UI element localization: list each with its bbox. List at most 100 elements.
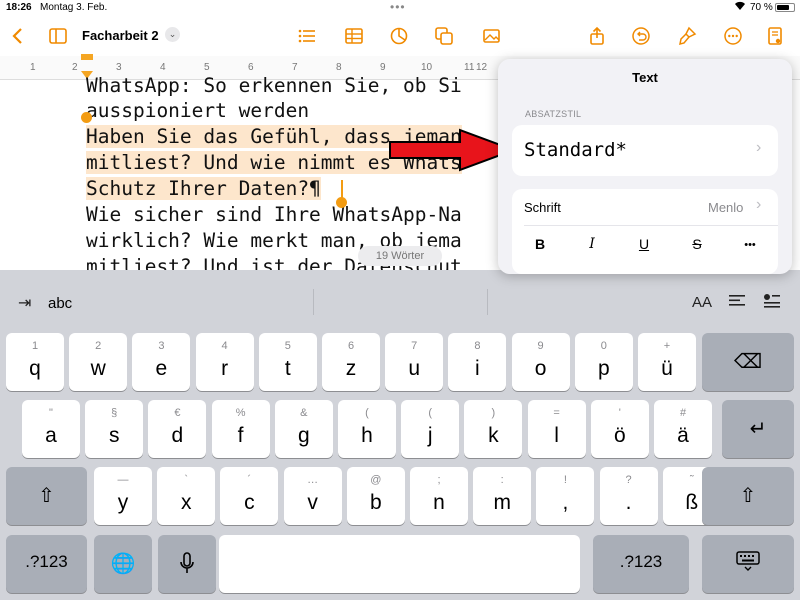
font-value[interactable]: Menlo xyxy=(708,200,743,215)
key-comma[interactable]: !, xyxy=(536,467,595,525)
key-s[interactable]: § s xyxy=(85,400,144,458)
back-chevron-icon[interactable] xyxy=(4,22,32,50)
text-size-button[interactable]: AA xyxy=(692,294,712,311)
font-label[interactable]: Schrift xyxy=(524,200,561,215)
space-key[interactable] xyxy=(219,535,580,593)
font-settings-card: Schrift Menlo › B I U S ••• xyxy=(512,189,778,274)
key-j[interactable]: (j xyxy=(401,400,460,458)
key-label: l xyxy=(554,424,559,447)
key-label: u xyxy=(408,357,421,380)
key-label: t xyxy=(284,357,291,380)
key-secondary-label: 4 xyxy=(221,340,228,352)
ruler-number: 4 xyxy=(160,62,166,73)
italic-button[interactable]: I xyxy=(582,236,602,252)
paragraph-style-row[interactable]: Standard* › xyxy=(512,125,778,176)
popover-title: Text xyxy=(632,70,658,85)
key-ü[interactable]: + ü xyxy=(638,333,696,391)
key-label: o xyxy=(534,357,547,380)
key-k[interactable]: ) k xyxy=(464,400,523,458)
title-menu-chevron-icon[interactable]: ⌄ xyxy=(165,27,180,42)
key-m[interactable]: :m xyxy=(473,467,532,525)
key-x[interactable]: ` x xyxy=(157,467,216,525)
ruler-number: 2 xyxy=(72,62,78,73)
ruler-indent-marker[interactable] xyxy=(81,54,93,60)
dictation-key[interactable] xyxy=(158,535,216,593)
battery-percent: 70 % xyxy=(750,2,773,13)
hide-keyboard-key[interactable] xyxy=(702,535,794,593)
key-q[interactable]: 1q xyxy=(6,333,64,391)
selection-start-handle[interactable] xyxy=(81,112,92,123)
tab-key-icon[interactable]: ⇥ xyxy=(18,293,31,313)
key-r[interactable]: 4r xyxy=(195,333,254,391)
key-e[interactable]: 3e xyxy=(132,333,191,391)
return-key[interactable]: ↵ xyxy=(722,400,794,458)
key-label: ä xyxy=(677,424,689,447)
key-t[interactable]: 5t xyxy=(258,333,317,391)
key-secondary-label: § xyxy=(111,407,118,419)
key-period[interactable]: ?. xyxy=(599,467,658,525)
key-g[interactable]: & g xyxy=(274,400,333,458)
more-format-options-button[interactable]: ••• xyxy=(740,239,760,251)
sidebar-toggle-icon[interactable] xyxy=(44,22,72,50)
key-p[interactable]: 0p xyxy=(574,333,633,391)
key-label: g xyxy=(297,424,310,447)
document-title[interactable]: Facharbeit 2 xyxy=(82,28,159,43)
key-d[interactable]: € d xyxy=(148,400,207,458)
key-secondary-label: = xyxy=(553,407,560,419)
key-label: .?123 xyxy=(619,552,663,571)
share-icon[interactable] xyxy=(583,22,611,50)
key-i[interactable]: 8i xyxy=(448,333,507,391)
text-line: ausspioniert werden xyxy=(86,99,310,122)
key-label: p xyxy=(597,357,610,380)
key-b[interactable]: @ b xyxy=(346,467,405,525)
ruler-number: 12 xyxy=(476,62,488,73)
key-f[interactable]: % f xyxy=(211,400,270,458)
key-secondary-label: 2 xyxy=(95,340,102,352)
list-icon[interactable] xyxy=(293,22,321,50)
key-c[interactable]: ´ c xyxy=(220,467,279,525)
more-options-icon[interactable] xyxy=(719,22,747,50)
key-label: m xyxy=(493,491,511,514)
numbers-key-left[interactable]: .?123 xyxy=(6,535,87,593)
key-label: w xyxy=(90,357,106,380)
key-secondary-label: ; xyxy=(437,474,441,486)
multitasking-dots-icon[interactable]: ••• xyxy=(390,0,406,14)
key-a[interactable]: " a xyxy=(22,400,80,458)
divider xyxy=(313,289,314,315)
key-secondary-label: 6 xyxy=(347,340,355,352)
key-ö[interactable]: ' ö xyxy=(590,400,649,458)
paragraph-align-icon[interactable] xyxy=(727,292,747,315)
key-h[interactable]: (h xyxy=(338,400,396,458)
backspace-key[interactable]: ⌫ xyxy=(702,333,794,391)
table-icon[interactable] xyxy=(340,22,368,50)
strikethrough-button[interactable]: S xyxy=(687,236,707,252)
key-o[interactable]: 9o xyxy=(511,333,570,391)
paragraph-style-section-label: ABSATZSTIL xyxy=(525,109,582,119)
key-v[interactable]: … v xyxy=(283,467,342,525)
media-icon[interactable] xyxy=(478,22,506,50)
word-count-badge[interactable]: 19 Wörter xyxy=(358,246,442,266)
key-z[interactable]: 6z xyxy=(322,333,380,391)
key-l[interactable]: = l xyxy=(527,400,586,458)
shift-key-left[interactable]: ⇧ xyxy=(6,467,87,525)
key-label: f xyxy=(237,424,244,447)
key-n[interactable]: ; n xyxy=(410,467,468,525)
shift-key-right[interactable]: ⇧ xyxy=(702,467,794,525)
key-ä[interactable]: # ä xyxy=(654,400,712,458)
undo-icon[interactable] xyxy=(627,22,655,50)
key-label: h xyxy=(361,424,373,447)
format-paintbrush-icon[interactable] xyxy=(673,22,701,50)
key-y[interactable]: — y xyxy=(94,467,152,525)
chart-icon[interactable] xyxy=(385,22,413,50)
key-secondary-label: 0 xyxy=(600,340,607,352)
key-w[interactable]: 2w xyxy=(69,333,128,391)
reading-view-icon[interactable] xyxy=(761,22,789,50)
numbers-key-right[interactable]: .?123 xyxy=(593,535,689,593)
key-u[interactable]: 7u xyxy=(385,333,444,391)
underline-button[interactable]: U xyxy=(634,236,654,252)
globe-key[interactable]: 🌐 xyxy=(94,535,152,593)
insert-list-icon[interactable] xyxy=(762,292,782,315)
shapes-icon[interactable] xyxy=(430,22,458,50)
suggestion-abc[interactable]: abc xyxy=(48,295,72,312)
bold-button[interactable]: B xyxy=(530,236,550,252)
